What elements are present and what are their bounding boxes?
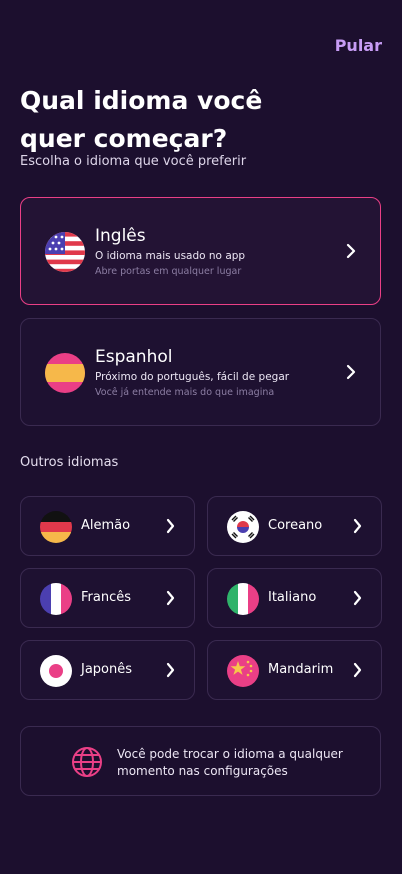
usa-flag-icon: [45, 232, 85, 272]
skip-button[interactable]: Pular: [335, 36, 382, 55]
chevron-right-icon: [353, 662, 362, 678]
chevron-right-icon: [353, 590, 362, 606]
language-hint: Abre portas em qualquer lugar: [95, 266, 242, 277]
language-name: Inglês: [95, 226, 146, 246]
chevron-right-icon: [166, 518, 175, 534]
globe-icon: [72, 747, 102, 777]
info-text: Você pode trocar o idioma a qualquer mom…: [117, 747, 343, 778]
language-description: O idioma mais usado no app: [95, 250, 246, 262]
language-card-spanish[interactable]: Espanhol Próximo do português, fácil de …: [20, 318, 381, 426]
language-card-italian[interactable]: Italiano: [207, 568, 382, 628]
language-card-german[interactable]: Alemão: [20, 496, 195, 556]
language-card-mandarin[interactable]: Mandarim: [207, 640, 382, 700]
language-name: Espanhol: [95, 347, 173, 367]
language-card-korean[interactable]: Coreano: [207, 496, 382, 556]
language-description: Próximo do português, fácil de pegar: [95, 371, 290, 383]
japan-flag-icon: [40, 655, 72, 687]
language-name: Italiano: [268, 590, 317, 605]
info-box: Você pode trocar o idioma a qualquer mom…: [20, 726, 381, 796]
chevron-right-icon: [166, 662, 175, 678]
language-name: Coreano: [268, 518, 323, 533]
page-title: Qual idioma você quer começar?: [20, 86, 263, 153]
language-card-english[interactable]: Inglês O idioma mais usado no app Abre p…: [20, 197, 381, 305]
spain-flag-icon: [45, 353, 85, 393]
language-name: Francês: [81, 590, 132, 605]
language-hint: Você já entende mais do que imagina: [95, 387, 275, 398]
page-subtitle: Escolha o idioma que você preferir: [20, 154, 247, 169]
language-name: Alemão: [81, 518, 131, 533]
germany-flag-icon: [40, 511, 72, 543]
chevron-right-icon: [166, 590, 175, 606]
france-flag-icon: [40, 583, 72, 615]
italy-flag-icon: [227, 583, 259, 615]
china-flag-icon: [227, 655, 259, 687]
chevron-right-icon: [353, 518, 362, 534]
chevron-right-icon: [346, 243, 356, 259]
language-name: Mandarim: [268, 662, 334, 677]
chevron-right-icon: [346, 364, 356, 380]
language-card-japanese[interactable]: Japonês: [20, 640, 195, 700]
language-card-french[interactable]: Francês: [20, 568, 195, 628]
others-section-label: Outros idiomas: [20, 455, 119, 470]
korea-flag-icon: [227, 511, 259, 543]
language-name: Japonês: [81, 662, 133, 677]
